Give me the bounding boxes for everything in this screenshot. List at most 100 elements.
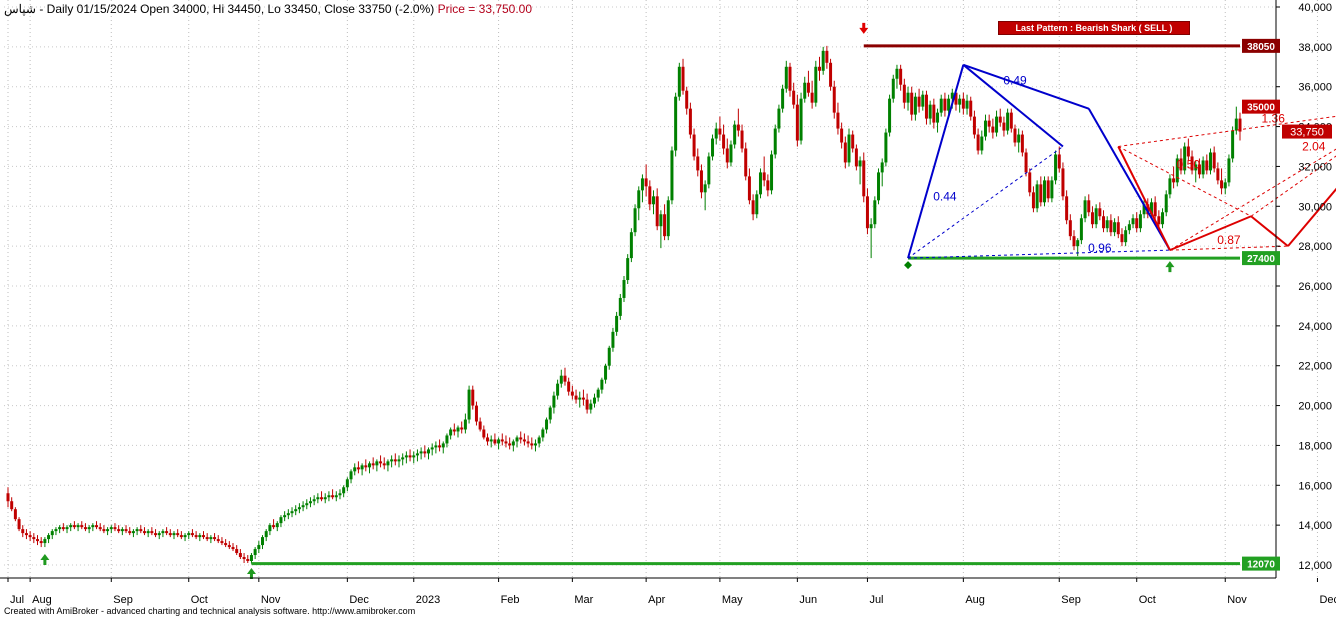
candle-body	[1172, 178, 1176, 183]
candle-body	[412, 455, 416, 458]
axes: 12,000 14,000 16,000 18,000 20,000 22,000 24,0…	[0, 0, 1336, 606]
x-tick-label: Sep	[1061, 594, 1081, 606]
candle-body	[497, 439, 501, 444]
y-tick-label: 40,000	[1298, 2, 1332, 14]
candle-body	[1168, 178, 1172, 195]
footer-credit: Created with AmiBroker - advanced charti…	[4, 606, 416, 616]
candle-body	[113, 527, 117, 530]
candle-body	[781, 88, 785, 109]
candle-body	[696, 156, 700, 171]
candle-body	[1208, 152, 1212, 171]
candle-body	[670, 150, 674, 201]
candle-body	[434, 445, 438, 448]
candle-body	[471, 389, 475, 406]
buy-arrow-icon	[40, 554, 50, 566]
candle-body	[958, 98, 962, 105]
candle-body	[187, 533, 191, 536]
candle-body	[983, 120, 987, 137]
buy-arrow-icon	[246, 567, 256, 579]
y-tick-label: 24,000	[1298, 321, 1332, 333]
candle-body	[216, 539, 220, 542]
candle-body	[943, 98, 947, 111]
candle-body	[128, 531, 132, 534]
candle-body	[592, 397, 596, 404]
candle-body	[242, 557, 246, 560]
candle-body	[674, 96, 678, 151]
candle-body	[312, 499, 316, 502]
candle-body	[976, 134, 980, 151]
candle-body	[1135, 218, 1139, 229]
candle-body	[120, 529, 124, 532]
candle-body	[142, 531, 146, 534]
candle-body	[629, 232, 633, 259]
candle-body	[109, 527, 113, 530]
candle-body	[10, 501, 14, 510]
candle-body	[862, 160, 866, 197]
candle-body	[1046, 180, 1050, 199]
candle-body	[851, 134, 855, 149]
candle-body	[511, 441, 515, 446]
candle-body	[998, 116, 1002, 123]
ratio-label: 2.04	[1302, 139, 1326, 153]
x-tick-label: Oct	[191, 594, 208, 606]
candle-body	[681, 66, 685, 91]
candle-body	[910, 92, 914, 115]
x-tick-label: Sep	[113, 594, 133, 606]
candle-body	[1013, 128, 1017, 143]
candle-body	[172, 533, 176, 536]
candle-body	[83, 527, 87, 530]
candle-body	[58, 527, 62, 530]
candle-body	[6, 493, 10, 502]
x-tick-label: Nov	[261, 594, 281, 606]
x-tick-label: Dec	[1319, 594, 1336, 606]
candle-body	[1028, 172, 1032, 193]
candle-body	[877, 172, 881, 201]
candle-body	[342, 487, 346, 494]
candle-body	[463, 419, 467, 430]
candle-body	[707, 156, 711, 185]
candle-body	[43, 539, 47, 544]
candle-body	[1002, 122, 1006, 131]
candle-body	[460, 427, 464, 430]
candle-body	[316, 497, 320, 500]
candle-body	[17, 519, 21, 530]
price-candles	[6, 45, 1242, 564]
x-tick-label: Aug	[32, 594, 52, 606]
candle-body	[1157, 216, 1161, 225]
candle-body	[784, 66, 788, 89]
x-tick-label: Jun	[799, 594, 817, 606]
candle-body	[438, 445, 442, 448]
x-tick-label: Feb	[501, 594, 520, 606]
candle-body	[777, 108, 781, 129]
candle-body	[308, 501, 312, 504]
candle-body	[895, 68, 899, 79]
x-tick-label: Oct	[1139, 594, 1156, 606]
y-tick-label: 30,000	[1298, 201, 1332, 213]
candle-body	[1017, 134, 1021, 143]
candle-body	[1072, 236, 1076, 247]
candle-body	[773, 128, 777, 155]
candle-body	[906, 92, 910, 103]
candle-body	[1212, 152, 1216, 169]
chart-canvas: 0.49 0.44 0.96 0.50 1.36 2.04 0.87 12,000 14,00…	[0, 0, 1336, 606]
candle-body	[364, 465, 368, 468]
candle-body	[1105, 220, 1109, 229]
ratio-label: 0.49	[1003, 74, 1027, 88]
candle-body	[825, 50, 829, 63]
candle-body	[32, 537, 36, 540]
candle-body	[168, 533, 172, 536]
candle-body	[766, 180, 770, 191]
candle-body	[840, 128, 844, 143]
candle-body	[611, 331, 615, 348]
candle-body	[146, 531, 150, 534]
candle-body	[161, 531, 165, 534]
candle-body	[452, 429, 456, 432]
candle-body	[991, 126, 995, 133]
y-tick-label: 12,000	[1298, 560, 1332, 572]
candle-body	[533, 443, 537, 446]
candle-body	[508, 443, 512, 446]
candle-body	[1124, 230, 1128, 243]
candle-body	[419, 451, 423, 454]
candle-body	[489, 439, 493, 442]
candle-body	[39, 541, 43, 544]
